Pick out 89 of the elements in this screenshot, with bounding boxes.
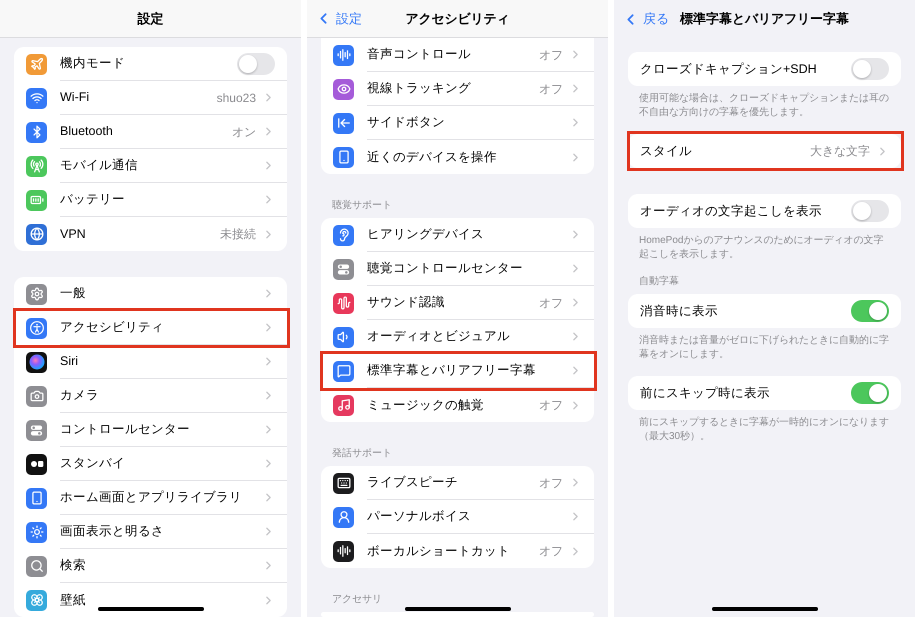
footnote-text: HomePodからのアナウンスのためにオーディオの文字起こしを表示します。: [639, 234, 884, 262]
settings-row[interactable]: スタンバイ: [14, 447, 287, 481]
detail-text: オン: [232, 124, 256, 140]
section-header: 聴覚サポート: [332, 200, 393, 212]
speaker-icon: [333, 326, 354, 348]
settings-row[interactable]: ヒアリングデバイス: [321, 218, 594, 252]
battery-icon: [26, 190, 47, 210]
settings-row[interactable]: 一般: [14, 277, 287, 311]
nav-title: 設定: [138, 10, 164, 28]
settings-row[interactable]: ボーカルショートカット オフ: [321, 534, 594, 568]
keyboard-icon: [333, 472, 354, 494]
settings-row[interactable]: スタイル 大きな文字: [628, 134, 901, 168]
bluetooth-icon: [26, 122, 47, 142]
settings-row[interactable]: モバイル通信: [14, 149, 287, 183]
globe-icon: [26, 224, 47, 244]
toggle-switch[interactable]: [851, 200, 889, 222]
detail-text: オフ: [539, 294, 563, 312]
ear-icon: [333, 224, 354, 246]
row-label: オーディオの文字起こしを表示: [640, 202, 823, 220]
settings-row[interactable]: オーディオとビジュアル: [321, 320, 594, 354]
settings-row[interactable]: サイドボタン: [321, 106, 594, 140]
settings-row[interactable]: 標準字幕とバリアフリー字幕: [321, 354, 594, 388]
row-label: 消音時に表示: [640, 302, 719, 320]
sun-icon: [26, 522, 47, 542]
detail-text: オフ: [539, 543, 563, 560]
detail-text: shuo23: [216, 90, 256, 106]
eye-icon: [333, 78, 354, 100]
footnote-text: 前にスキップするときに字幕が一時的にオンになります（最大30秒）。: [639, 416, 890, 444]
orb-icon: [26, 352, 47, 372]
toggles-icon: [333, 258, 354, 280]
music-note-icon: [333, 394, 354, 416]
widgets-icon: [26, 454, 47, 474]
phone-icon: [333, 146, 354, 168]
detail-text: オフ: [539, 80, 563, 98]
settings-row[interactable]: Siri: [14, 345, 287, 379]
footnote-text: 消音時または音量がゼロに下げられたときに自動的に字幕をオンにします。: [639, 334, 890, 362]
waveform-icon: [333, 44, 354, 66]
nav-title: アクセシビリティ: [406, 10, 510, 28]
phone-icon: [26, 488, 47, 508]
settings-row[interactable]: 検索: [14, 549, 287, 583]
toggle-switch[interactable]: [851, 382, 889, 404]
settings-row[interactable]: バッテリー: [14, 183, 287, 217]
flower-icon: [26, 590, 47, 610]
detail-text: オフ: [539, 397, 563, 414]
settings-row[interactable]: ライブスピーチ オフ: [321, 466, 594, 500]
camera-icon: [26, 386, 47, 406]
settings-row[interactable]: Bluetooth オン: [14, 115, 287, 149]
settings-row[interactable]: ホーム画面とアプリライブラリ: [14, 481, 287, 515]
row-label: 機内モード: [60, 55, 126, 72]
detail-text: 大きな文字: [810, 143, 870, 160]
detail-text: オフ: [539, 46, 563, 64]
settings-row[interactable]: VPN 未接続: [14, 217, 287, 251]
back-button[interactable]: 設定: [315, 8, 362, 28]
row-label: 前にスキップ時に表示: [640, 384, 771, 402]
detail-text: 未接続: [220, 226, 256, 243]
settings-row[interactable]: Wi-Fi shuo23: [14, 81, 287, 115]
back-button[interactable]: 戻る: [622, 9, 669, 29]
settings-icon: [26, 284, 47, 304]
detail-text: オフ: [539, 474, 563, 492]
section-header: 自動字幕: [639, 276, 680, 288]
airplane-icon: [26, 54, 47, 74]
person-icon: [333, 506, 354, 528]
settings-row[interactable]: 視線トラッキング オフ: [321, 72, 594, 106]
settings-row[interactable]: 画面表示と明るさ: [14, 515, 287, 549]
toggles-icon: [26, 420, 47, 440]
wifi-icon: [26, 88, 47, 108]
settings-row[interactable]: コントロールセンター: [14, 413, 287, 447]
settings-row[interactable]: 聴覚コントロールセンター: [321, 252, 594, 286]
settings-row[interactable]: パーソナルボイス: [321, 500, 594, 534]
settings-row[interactable]: カメラ: [14, 379, 287, 413]
toggle-switch[interactable]: [237, 52, 275, 74]
settings-row[interactable]: アクセシビリティ: [14, 311, 287, 345]
settings-row[interactable]: サウンド認識 オフ: [321, 286, 594, 320]
nav-title: 標準字幕とバリアフリー字幕: [680, 10, 849, 28]
speech-bubble-icon: [333, 360, 354, 382]
row-label: クローズドキャプション+SDH: [640, 60, 818, 78]
settings-row[interactable]: 音声コントロール オフ: [321, 38, 594, 72]
section-header: アクセサリ: [332, 594, 383, 606]
footnote-text: 使用可能な場合は、クローズドキャプションまたは耳の不自由な方向けの字幕を優先します。: [639, 92, 890, 120]
settings-row[interactable]: ミュージックの触覚 オフ: [321, 388, 594, 422]
antenna-icon: [26, 156, 47, 176]
waveform-icon: [333, 292, 354, 314]
accessibility-icon: [26, 318, 47, 338]
section-header: 発話サポート: [332, 448, 393, 460]
waveform-icon: [333, 540, 354, 562]
toggle-switch[interactable]: [851, 300, 889, 322]
search-icon: [26, 556, 47, 576]
settings-row[interactable]: 近くのデバイスを操作: [321, 140, 594, 174]
toggle-switch[interactable]: [851, 58, 889, 80]
